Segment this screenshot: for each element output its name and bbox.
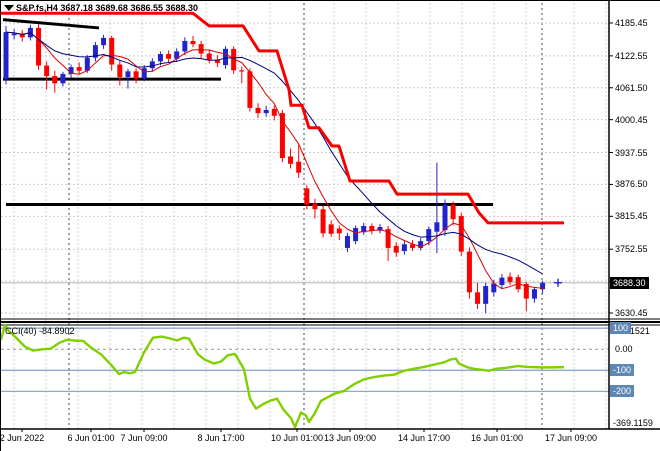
candle: [182, 41, 188, 52]
candle: [125, 71, 131, 78]
candle: [353, 228, 359, 242]
candle: [271, 108, 277, 116]
candle: [296, 161, 302, 173]
candle: [247, 71, 253, 108]
candle: [11, 33, 17, 36]
cci-line: [1, 323, 565, 429]
candle: [190, 41, 196, 45]
candle: [475, 292, 481, 304]
chart-canvas[interactable]: [1, 1, 660, 451]
chart-title: S&P.fs,H4 3687.18 3689.68 3686.55 3688.3…: [16, 3, 198, 13]
candle: [483, 286, 489, 304]
candle: [466, 251, 472, 293]
candle: [101, 37, 107, 46]
candle: [198, 44, 204, 54]
candle: [109, 37, 115, 65]
candle: [149, 61, 155, 69]
candle: [304, 188, 310, 205]
candle: [531, 289, 537, 299]
candle: [157, 54, 163, 62]
trendline: [2, 18, 100, 30]
candle: [60, 73, 66, 84]
candle: [426, 229, 432, 242]
ohlc-quote-label: 3687.18 3689.68 3686.55 3688.30: [60, 3, 199, 13]
candle: [3, 32, 9, 80]
candle: [239, 70, 245, 72]
candle: [206, 53, 212, 60]
candle: [36, 27, 42, 66]
candle: [44, 65, 50, 77]
candle: [320, 209, 326, 234]
candle: [76, 67, 82, 71]
candle: [52, 76, 58, 84]
candle: [117, 64, 123, 78]
candle: [442, 204, 448, 231]
candle: [223, 48, 229, 66]
candle: [450, 204, 456, 220]
candle: [507, 276, 513, 282]
symbol-marker-icon: [4, 5, 14, 11]
candle: [434, 222, 440, 232]
candle: [499, 277, 505, 286]
candle: [255, 107, 261, 114]
candle: [336, 228, 342, 234]
candle: [263, 109, 269, 114]
candle: [401, 244, 407, 252]
candle: [328, 224, 334, 234]
candle: [133, 71, 139, 79]
indicator-name-label: CCI(40) -84.8902: [5, 326, 75, 336]
candle: [312, 203, 318, 210]
candle: [166, 54, 172, 59]
candle: [141, 68, 147, 79]
candle: [344, 235, 350, 248]
symbol-period-label: S&P.fs,H4: [16, 3, 58, 13]
candle: [393, 245, 399, 253]
candle: [288, 156, 294, 164]
candle: [369, 225, 375, 231]
trading-chart-window: S&P.fs,H4 3687.18 3689.68 3686.55 3688.3…: [0, 0, 660, 451]
